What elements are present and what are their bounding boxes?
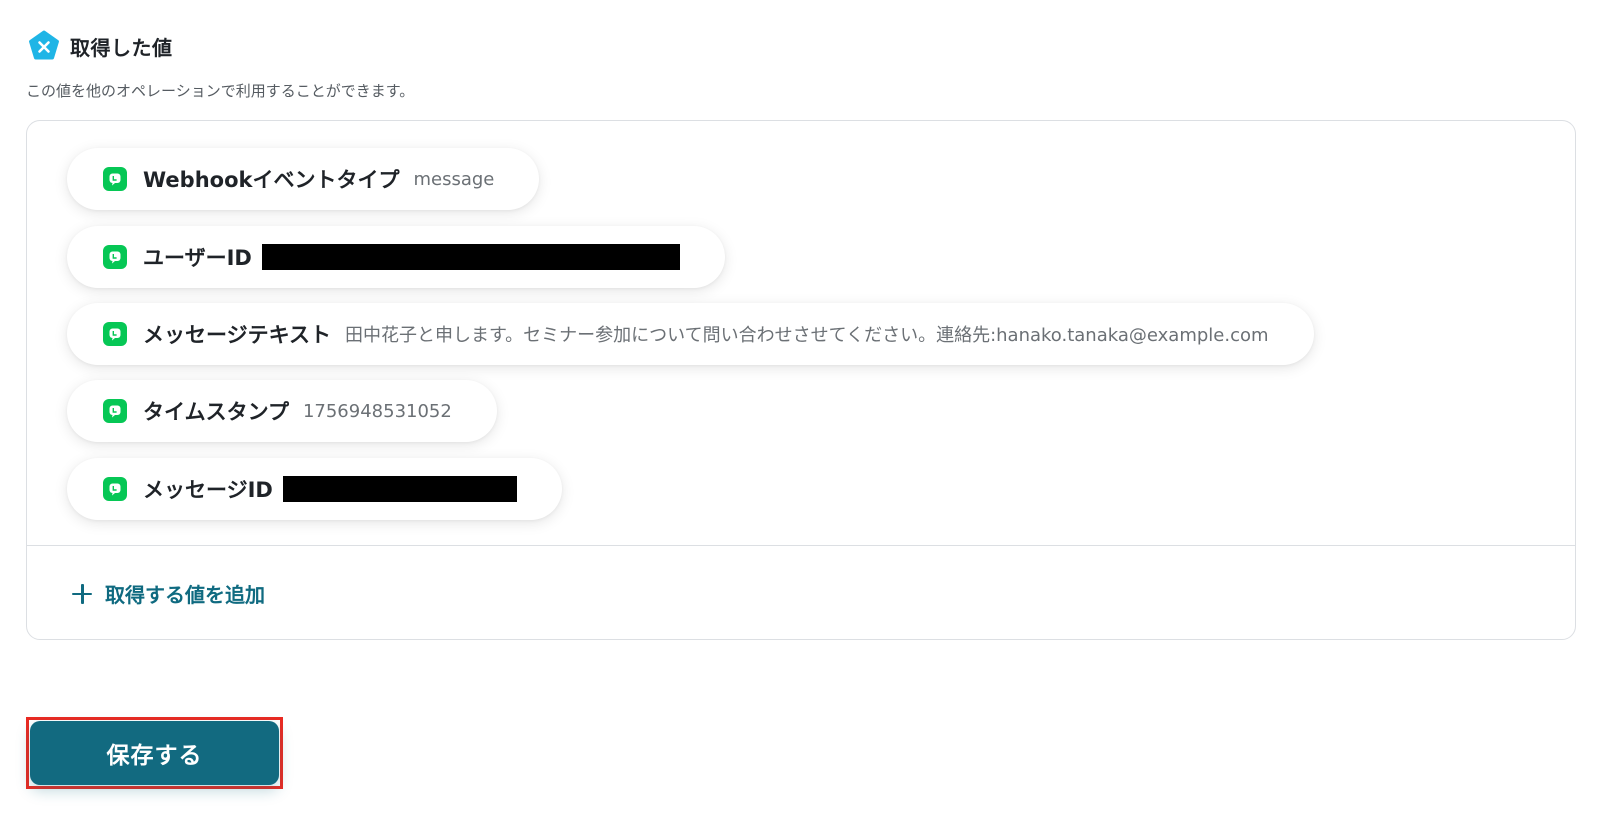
section-title: 取得した値 [70,35,173,60]
variable-x-icon [29,30,59,60]
chip-label: Webhookイベントタイプ [143,168,400,192]
add-value-button[interactable]: 取得する値を追加 [71,579,265,608]
add-value-label: 取得する値を追加 [105,583,265,607]
plus-icon [71,583,93,605]
value-chip-message-text[interactable]: メッセージテキスト 田中花子と申します。セミナー参加について問い合わせさせてくだ… [67,303,1314,365]
value-chip-webhook-event-type[interactable]: Webhookイベントタイプ message [67,148,540,210]
line-icon [103,245,127,269]
line-icon [103,477,127,501]
value-chip-message-id[interactable]: メッセージID [67,458,562,520]
section-description: この値を他のオペレーションで利用することができます。 [26,82,415,100]
line-icon [103,399,127,423]
chip-value: message [413,168,495,190]
chip-label: ユーザーID [143,246,252,270]
redacted-value-mask [282,476,517,502]
save-button[interactable]: 保存する [30,721,279,785]
redacted-value-mask [261,244,680,270]
line-icon [103,322,127,346]
chip-label: タイムスタンプ [143,400,289,424]
chip-value: 田中花子と申します。セミナー参加について問い合わせさせてください。連絡先:han… [344,325,1269,346]
values-panel: Webhookイベントタイプ message ユーザーID メッセージテキスト … [26,120,1576,640]
chip-label: メッセージID [143,478,273,502]
line-icon [103,167,127,191]
value-chip-timestamp[interactable]: タイムスタンプ 1756948531052 [67,380,497,442]
chip-label: メッセージテキスト [143,323,331,347]
panel-divider [27,545,1575,546]
value-chip-user-id[interactable]: ユーザーID [67,226,725,288]
section-header: 取得した値 [28,30,173,62]
chip-value: 1756948531052 [302,400,452,422]
